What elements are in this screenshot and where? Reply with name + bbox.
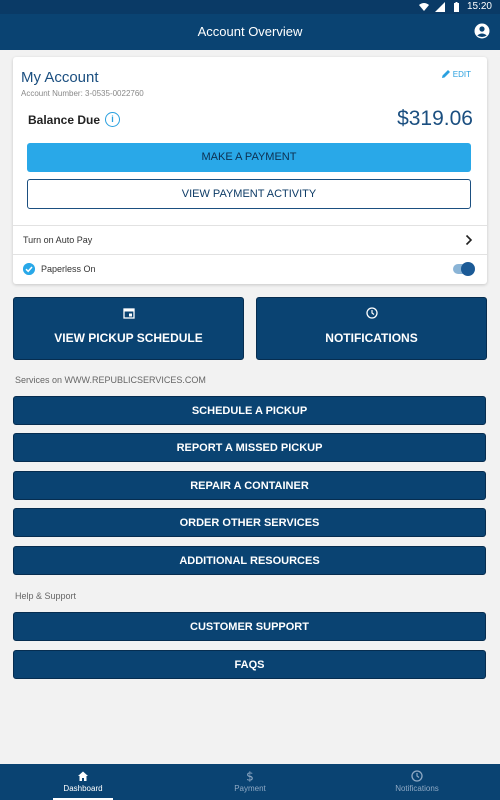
nav-notifications[interactable]: Notifications — [334, 764, 500, 800]
dollar-icon: $ — [246, 770, 254, 782]
balance-label: Balance Due — [28, 112, 101, 127]
order-other-services-button[interactable]: ORDER OTHER SERVICES — [13, 508, 486, 537]
nav-payment-label: Payment — [234, 784, 266, 793]
notifications-label: NOTIFICATIONS — [325, 331, 418, 345]
account-icon[interactable] — [474, 23, 490, 39]
signal-icon — [434, 1, 445, 12]
balance-amount: $319.06 — [397, 107, 473, 130]
account-number: Account Number: 3-0535-0022760 — [21, 89, 144, 98]
nav-dashboard[interactable]: Dashboard — [0, 764, 166, 800]
additional-resources-button[interactable]: ADDITIONAL RESOURCES — [13, 546, 486, 575]
chevron-right-icon — [465, 234, 473, 246]
status-time: 15:20 — [466, 1, 492, 12]
support-heading: Help & Support — [15, 591, 77, 601]
calendar-icon — [122, 308, 135, 319]
nav-dashboard-label: Dashboard — [63, 784, 103, 793]
auto-pay-row[interactable]: Turn on Auto Pay — [13, 225, 487, 255]
account-title: My Account — [21, 69, 99, 86]
clock-icon — [411, 770, 423, 782]
services-heading: Services on WWW.REPUBLICSERVICES.COM — [15, 375, 206, 385]
notifications-tile[interactable]: NOTIFICATIONS — [256, 297, 487, 360]
account-card: My Account Account Number: 3-0535-002276… — [13, 57, 487, 284]
customer-support-button[interactable]: CUSTOMER SUPPORT — [13, 612, 486, 641]
schedule-pickup-button[interactable]: SCHEDULE A PICKUP — [13, 396, 486, 425]
toggle-knob — [461, 262, 475, 276]
edit-label: EDIT — [452, 69, 471, 79]
paperless-toggle[interactable] — [453, 262, 475, 276]
report-missed-pickup-button[interactable]: REPORT A MISSED PICKUP — [13, 433, 486, 462]
nav-payment[interactable]: $ Payment — [167, 764, 333, 800]
bottom-nav: Dashboard $ Payment Notifications — [0, 764, 500, 800]
paperless-label: Paperless On — [41, 264, 96, 274]
battery-icon — [453, 1, 459, 12]
repair-container-button[interactable]: REPAIR A CONTAINER — [13, 471, 486, 500]
check-circle-icon — [23, 263, 35, 275]
paperless-row: Paperless On — [13, 254, 487, 285]
pencil-icon — [441, 70, 450, 78]
balance-due: Balance Due i — [28, 112, 121, 127]
wifi-icon — [418, 2, 429, 11]
info-icon[interactable]: i — [105, 112, 121, 127]
make-payment-button[interactable]: MAKE A PAYMENT — [27, 143, 471, 172]
app-bar: Account Overview — [0, 14, 500, 50]
page-title: Account Overview — [197, 24, 303, 39]
status-bar: 15:20 — [0, 0, 500, 14]
clock-icon — [365, 307, 378, 319]
nav-notifications-label: Notifications — [395, 784, 439, 793]
view-payment-activity-button[interactable]: VIEW PAYMENT ACTIVITY — [27, 179, 471, 209]
auto-pay-label: Turn on Auto Pay — [23, 235, 93, 245]
edit-button[interactable]: EDIT — [441, 69, 471, 79]
faqs-button[interactable]: FAQS — [13, 650, 486, 679]
view-pickup-schedule-label: VIEW PICKUP SCHEDULE — [54, 331, 203, 345]
view-pickup-schedule-tile[interactable]: VIEW PICKUP SCHEDULE — [13, 297, 244, 360]
svg-text:$: $ — [246, 770, 254, 782]
home-icon — [78, 771, 88, 781]
